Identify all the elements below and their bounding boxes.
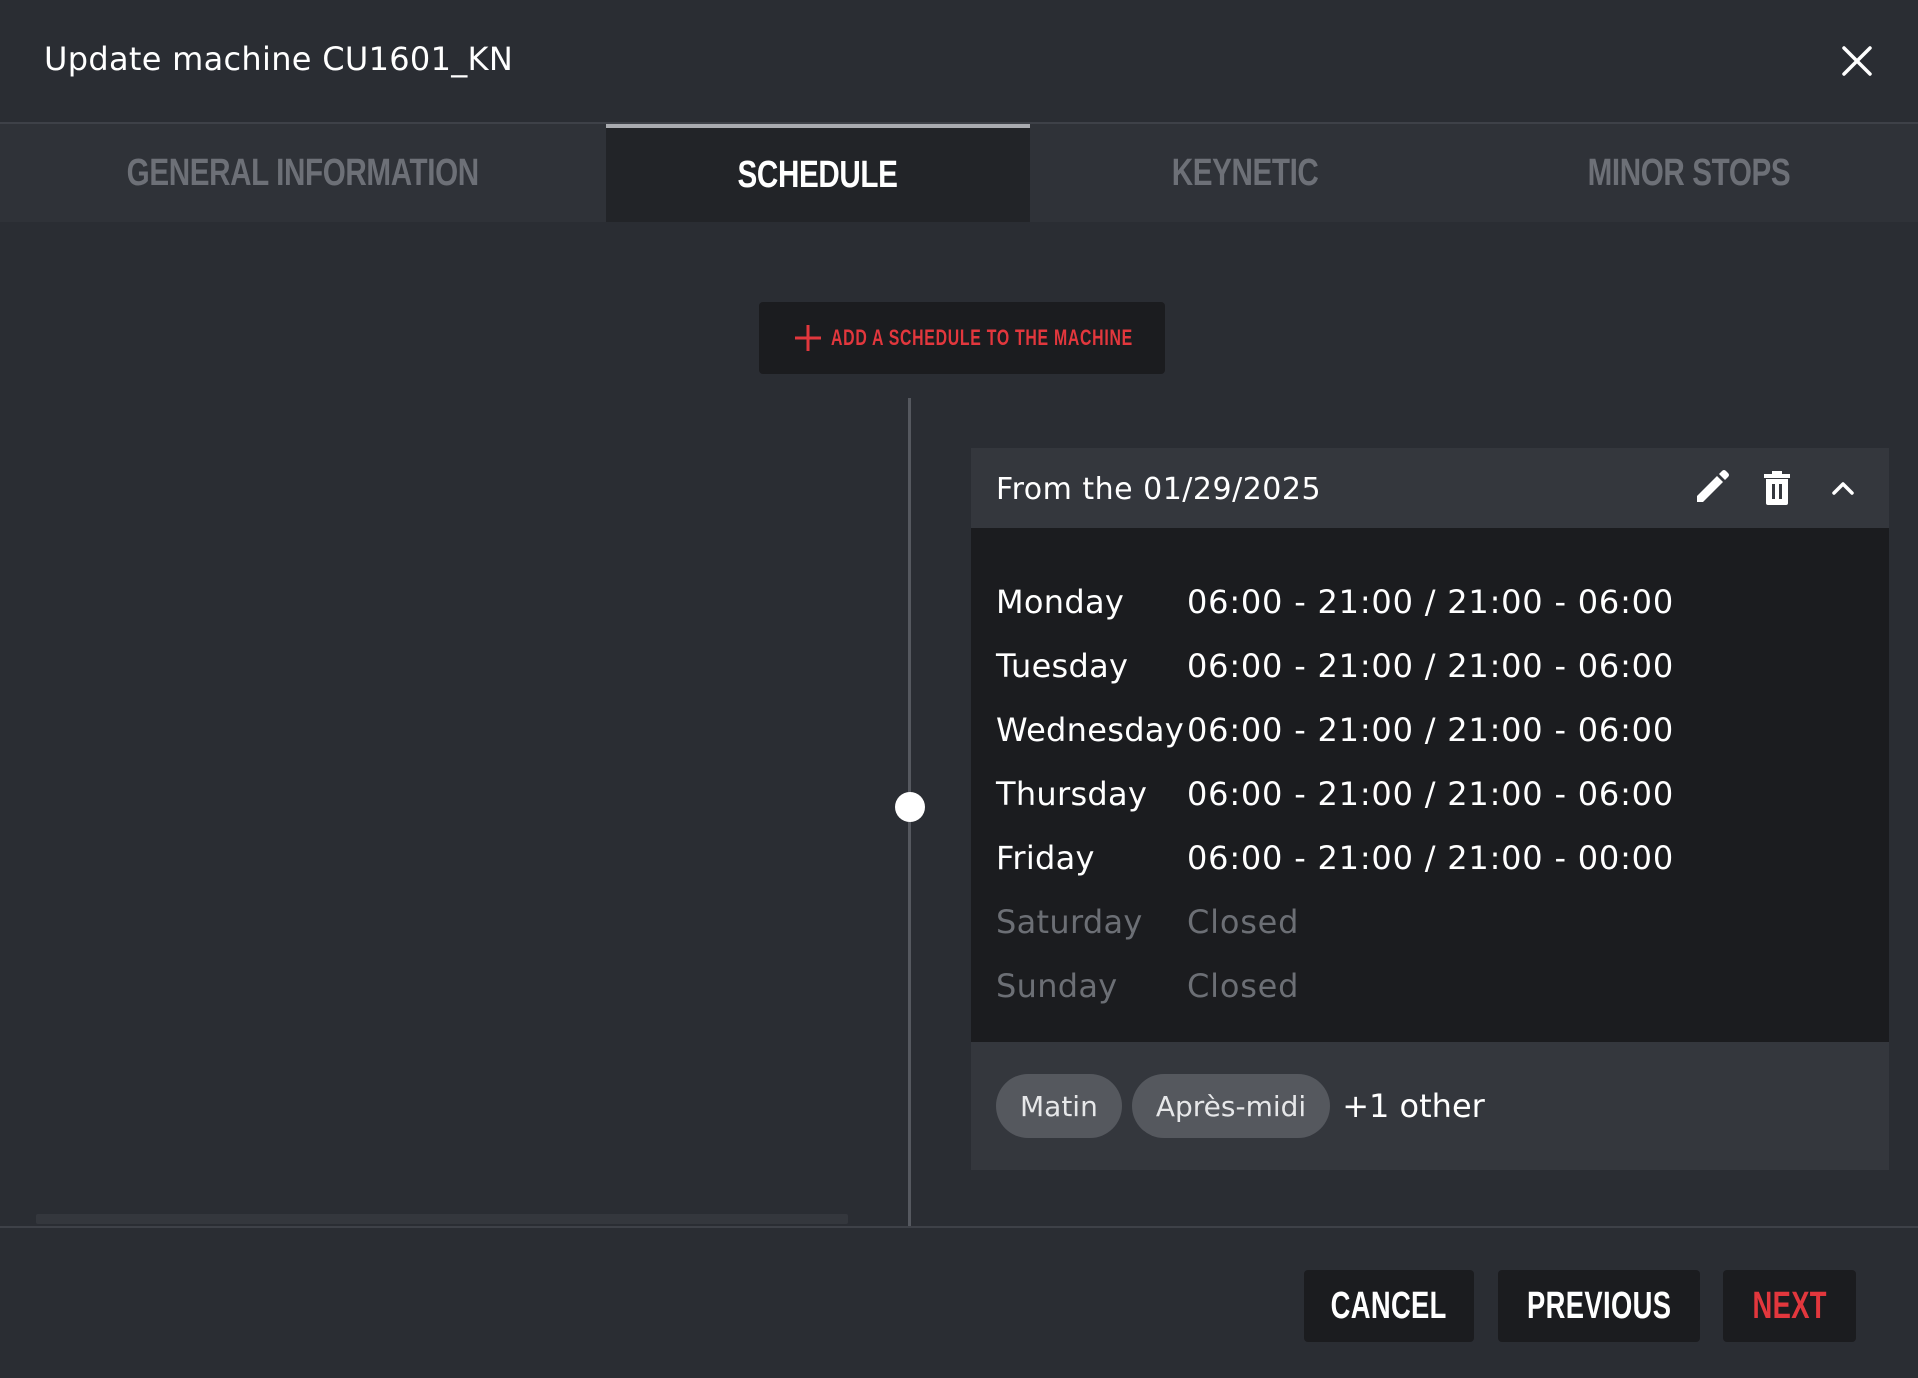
dialog-footer: CANCEL PREVIOUS NEXT <box>0 1226 1918 1378</box>
delete-button[interactable] <box>1757 468 1797 508</box>
shift-chip-apres-midi[interactable]: Après-midi <box>1131 1074 1331 1138</box>
card-actions <box>1665 468 1863 508</box>
plus-icon <box>793 323 823 353</box>
shift-chip-matin[interactable]: Matin <box>996 1074 1122 1138</box>
day-name: Wednesday <box>996 711 1184 749</box>
dialog-header: Update machine CU1601_KN <box>0 0 1918 124</box>
close-icon <box>1842 46 1872 76</box>
chevron-up-icon <box>1832 482 1854 495</box>
timeline-marker <box>895 792 925 822</box>
day-name: Monday <box>996 583 1125 621</box>
add-schedule-label: ADD A SCHEDULE TO THE MACHINE <box>831 325 1133 350</box>
schedule-card-header: From the 01/29/2025 <box>971 448 1889 528</box>
previous-label: PREVIOUS <box>1526 1284 1672 1327</box>
day-row-wednesday: Wednesday 06:00 - 21:00 / 21:00 - 06:00 <box>971 698 1889 762</box>
tab-label: KEYNETIC <box>1171 151 1319 194</box>
day-hours: Closed <box>1187 967 1300 1005</box>
update-machine-dialog: Update machine CU1601_KN GENERAL INFORMA… <box>0 0 1918 1378</box>
tab-bar: GENERAL INFORMATION SCHEDULE KEYNETIC MI… <box>0 124 1918 222</box>
next-label: NEXT <box>1752 1284 1827 1327</box>
day-hours: 06:00 - 21:00 / 21:00 - 06:00 <box>1187 647 1674 685</box>
edit-button[interactable] <box>1691 468 1731 508</box>
day-name: Friday <box>996 839 1095 877</box>
tab-general-information[interactable]: GENERAL INFORMATION <box>0 124 606 222</box>
tab-keynetic[interactable]: KEYNETIC <box>1030 124 1460 222</box>
cancel-label: CANCEL <box>1330 1284 1448 1327</box>
dialog-title: Update machine CU1601_KN <box>44 40 514 78</box>
horizontal-scrollbar[interactable] <box>36 1214 848 1224</box>
previous-button[interactable]: PREVIOUS <box>1498 1270 1700 1342</box>
day-hours: 06:00 - 21:00 / 21:00 - 00:00 <box>1187 839 1674 877</box>
collapse-button[interactable] <box>1823 468 1863 508</box>
tab-label: MINOR STOPS <box>1587 151 1791 194</box>
next-button[interactable]: NEXT <box>1723 1270 1856 1342</box>
trash-icon <box>1764 471 1790 505</box>
schedule-start-date: From the 01/29/2025 <box>996 472 1322 507</box>
tab-schedule[interactable]: SCHEDULE <box>606 124 1030 222</box>
tab-minor-stops[interactable]: MINOR STOPS <box>1460 124 1918 222</box>
day-name: Tuesday <box>996 647 1129 685</box>
day-name: Sunday <box>996 967 1118 1005</box>
close-button[interactable] <box>1834 38 1880 84</box>
day-name: Saturday <box>996 903 1143 941</box>
day-row-saturday: Saturday Closed <box>971 890 1889 954</box>
day-row-monday: Monday 06:00 - 21:00 / 21:00 - 06:00 <box>971 570 1889 634</box>
day-hours: 06:00 - 21:00 / 21:00 - 06:00 <box>1187 711 1674 749</box>
tab-label: SCHEDULE <box>738 153 898 196</box>
day-hours: Closed <box>1187 903 1300 941</box>
schedule-card: From the 01/29/2025 Monday 06:00 - 21:00… <box>971 448 1889 1170</box>
shift-chips: Matin Après-midi +1 other <box>971 1042 1889 1170</box>
weekly-hours: Monday 06:00 - 21:00 / 21:00 - 06:00 Tue… <box>971 528 1889 1042</box>
day-row-thursday: Thursday 06:00 - 21:00 / 21:00 - 06:00 <box>971 762 1889 826</box>
cancel-button[interactable]: CANCEL <box>1304 1270 1474 1342</box>
day-row-friday: Friday 06:00 - 21:00 / 21:00 - 00:00 <box>971 826 1889 890</box>
day-row-tuesday: Tuesday 06:00 - 21:00 / 21:00 - 06:00 <box>971 634 1889 698</box>
day-hours: 06:00 - 21:00 / 21:00 - 06:00 <box>1187 775 1674 813</box>
add-schedule-button[interactable]: ADD A SCHEDULE TO THE MACHINE <box>759 302 1165 374</box>
schedule-panel: ADD A SCHEDULE TO THE MACHINE From the 0… <box>0 222 1918 1228</box>
tab-label: GENERAL INFORMATION <box>126 151 480 194</box>
day-hours: 06:00 - 21:00 / 21:00 - 06:00 <box>1187 583 1674 621</box>
pencil-icon <box>1697 470 1729 502</box>
day-name: Thursday <box>996 775 1148 813</box>
more-shifts-label: +1 other <box>1342 1087 1485 1125</box>
day-row-sunday: Sunday Closed <box>971 954 1889 1018</box>
